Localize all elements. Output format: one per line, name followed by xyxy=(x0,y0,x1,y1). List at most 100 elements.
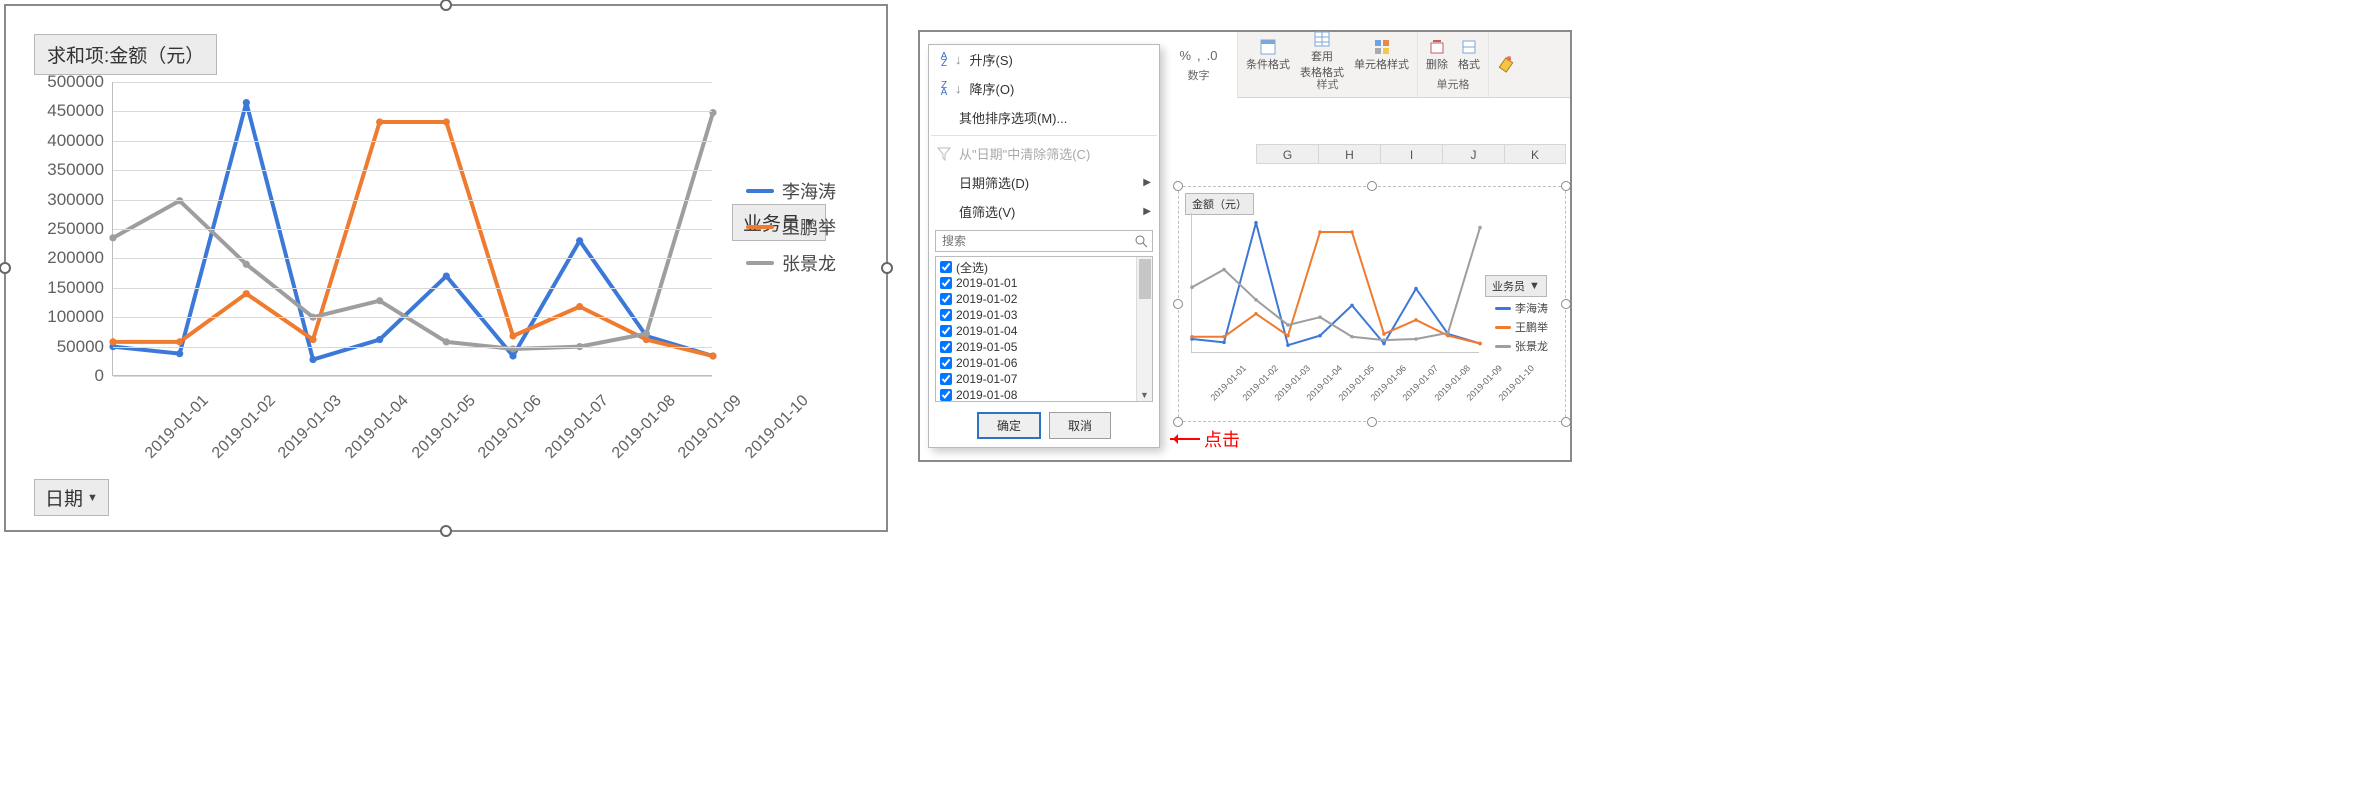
column-header[interactable]: H xyxy=(1318,144,1380,164)
checklist-item[interactable]: 2019-01-03 xyxy=(940,307,1132,323)
y-tick-label: 300000 xyxy=(34,190,104,210)
resize-handle[interactable] xyxy=(1561,299,1571,309)
resize-handle[interactable] xyxy=(1561,417,1571,427)
decimal-inc-icon[interactable]: .0 xyxy=(1207,48,1218,63)
y-tick-label: 0 xyxy=(34,366,104,386)
resize-handle[interactable] xyxy=(1173,299,1183,309)
y-tick-label: 50000 xyxy=(34,337,104,357)
resize-handle[interactable] xyxy=(0,262,11,274)
checklist-label: 2019-01-04 xyxy=(956,324,1017,338)
value-field-label: 金额（元） xyxy=(1192,196,1247,212)
resize-handle[interactable] xyxy=(1561,181,1571,191)
cell-styles-button[interactable]: 单元格样式 xyxy=(1354,39,1409,72)
conditional-format-button[interactable]: 条件格式 xyxy=(1246,39,1290,72)
date-filter-item[interactable]: 日期筛选(D) ▶ xyxy=(929,168,1159,197)
checkbox[interactable] xyxy=(940,293,952,305)
percent-icon[interactable]: % xyxy=(1179,48,1191,63)
checklist-label: 2019-01-03 xyxy=(956,308,1017,322)
legend-field-label: 业务员 xyxy=(1492,278,1525,294)
checklist-item[interactable]: 2019-01-06 xyxy=(940,355,1132,371)
separator xyxy=(931,135,1157,136)
plot-area xyxy=(112,82,712,376)
scroll-thumb[interactable] xyxy=(1139,259,1151,299)
funnel-icon xyxy=(937,147,951,161)
other-sort-item[interactable]: 其他排序选项(M)... xyxy=(929,103,1159,132)
search-field[interactable] xyxy=(940,233,1134,249)
legend-swatch xyxy=(746,261,774,265)
sort-asc-item[interactable]: AZ ↓ 升序(S) xyxy=(929,45,1159,74)
checklist-item[interactable]: 2019-01-08 xyxy=(940,387,1132,401)
checkbox[interactable] xyxy=(940,261,952,273)
ok-button[interactable]: 确定 xyxy=(977,412,1041,439)
y-tick-label: 400000 xyxy=(34,131,104,151)
legend-label: 王鹏举 xyxy=(782,214,836,240)
legend-item: 李海涛 xyxy=(746,178,836,204)
filter-menu: AZ ↓ 升序(S) ZA ↓ 降序(O) 其他排序选项(M)... 从"日期"… xyxy=(928,44,1160,448)
y-tick-label: 100000 xyxy=(34,307,104,327)
checkbox[interactable] xyxy=(940,325,952,337)
y-tick-label: 350000 xyxy=(34,160,104,180)
search-input[interactable] xyxy=(935,230,1153,252)
column-header[interactable]: K xyxy=(1504,144,1566,164)
checklist-label: 2019-01-08 xyxy=(956,388,1017,401)
cancel-button[interactable]: 取消 xyxy=(1049,412,1111,439)
ribbon-group-label: 数字 xyxy=(1188,67,1210,83)
x-tick-label: 2019-01-09 xyxy=(675,392,746,463)
scroll-down-icon[interactable]: ▼ xyxy=(1137,390,1152,400)
resize-handle[interactable] xyxy=(881,262,893,274)
checklist-item[interactable]: 2019-01-02 xyxy=(940,291,1132,307)
chevron-down-icon: ▼ xyxy=(1529,280,1540,292)
column-header[interactable]: G xyxy=(1256,144,1318,164)
comma-icon[interactable]: , xyxy=(1197,48,1201,63)
checkbox[interactable] xyxy=(940,341,952,353)
table-icon xyxy=(1260,39,1276,55)
line-series xyxy=(1192,213,1480,353)
resize-handle[interactable] xyxy=(440,525,452,537)
column-header[interactable]: J xyxy=(1442,144,1504,164)
checklist-item[interactable]: 2019-01-01 xyxy=(940,275,1132,291)
sort-asc-icon: AZ xyxy=(937,53,951,67)
clear-filter-item: 从"日期"中清除筛选(C) xyxy=(929,139,1159,168)
resize-handle[interactable] xyxy=(440,0,452,11)
delete-button[interactable]: 删除 xyxy=(1426,39,1448,72)
sort-desc-item[interactable]: ZA ↓ 降序(O) xyxy=(929,74,1159,103)
legend-field-button[interactable]: 业务员 ▼ xyxy=(1485,275,1547,297)
checklist-label: 2019-01-06 xyxy=(956,356,1017,370)
value-filter-item[interactable]: 值筛选(V) ▶ xyxy=(929,197,1159,226)
x-tick-label: 2019-01-03 xyxy=(275,392,346,463)
format-as-table-button[interactable]: 套用 表格格式 xyxy=(1300,31,1344,80)
chevron-down-icon: ▼ xyxy=(87,492,98,504)
format-button[interactable]: 格式 xyxy=(1458,39,1480,72)
ribbon-number-group: % , .0 数字 xyxy=(1160,32,1238,98)
y-tick-label: 450000 xyxy=(34,101,104,121)
checklist-label: 2019-01-07 xyxy=(956,372,1017,386)
checklist-item[interactable]: 2019-01-07 xyxy=(940,371,1132,387)
chevron-right-icon: ▶ xyxy=(1143,206,1151,217)
axis-field-label: 日期 xyxy=(45,484,83,511)
pivot-chart-small[interactable]: 金额（元） 业务员 ▼ 李海涛王鹏举张景龙 2019-01-012019-01-… xyxy=(1178,186,1566,422)
checkbox[interactable] xyxy=(940,373,952,385)
resize-handle[interactable] xyxy=(1367,417,1377,427)
pivot-chart-large[interactable]: 求和项:金额（元） 业务员 ▼ 日期 ▼ 0500001000001500002… xyxy=(4,4,888,532)
axis-field-button[interactable]: 日期 ▼ xyxy=(34,479,109,516)
value-field-button[interactable]: 求和项:金额（元） xyxy=(34,34,217,75)
legend-item: 张景龙 xyxy=(746,250,836,276)
checkbox[interactable] xyxy=(940,309,952,321)
chevron-right-icon: ▶ xyxy=(1143,177,1151,188)
column-header[interactable]: I xyxy=(1380,144,1442,164)
checklist-item[interactable]: 2019-01-04 xyxy=(940,323,1132,339)
resize-handle[interactable] xyxy=(1367,181,1377,191)
checkbox[interactable] xyxy=(940,277,952,289)
plot-area xyxy=(1191,213,1479,353)
resize-handle[interactable] xyxy=(1173,181,1183,191)
checklist-item[interactable]: 2019-01-05 xyxy=(940,339,1132,355)
checkbox[interactable] xyxy=(940,357,952,369)
format-icon xyxy=(1461,39,1477,55)
scrollbar[interactable]: ▲ ▼ xyxy=(1136,257,1152,401)
checkbox[interactable] xyxy=(940,389,952,401)
value-field-button[interactable]: 金额（元） xyxy=(1185,193,1254,215)
checklist-item[interactable]: (全选) xyxy=(940,259,1132,275)
legend-swatch xyxy=(1495,345,1511,348)
format-painter-icon[interactable] xyxy=(1496,54,1517,75)
value-field-label: 求和项:金额（元） xyxy=(47,41,204,68)
